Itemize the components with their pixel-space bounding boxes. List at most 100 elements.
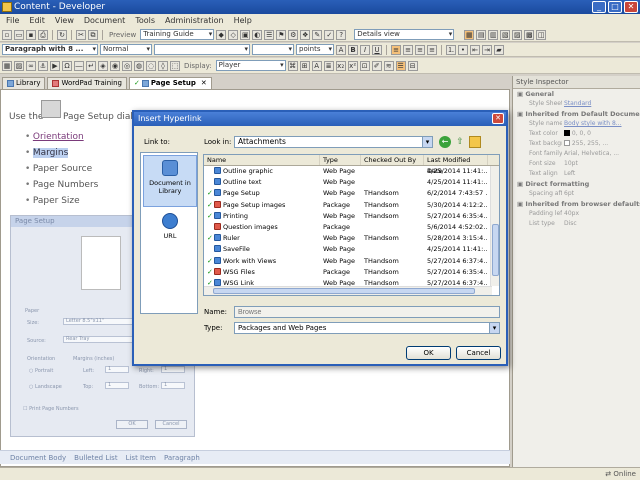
superscript-icon[interactable]: x²: [347, 60, 358, 71]
display-select[interactable]: Player: [215, 60, 286, 71]
close-tab-icon[interactable]: ✕: [201, 78, 207, 89]
symbol-icon[interactable]: Ω: [62, 60, 72, 71]
menu-document[interactable]: Document: [84, 14, 125, 28]
close-window-button[interactable]: ✕: [624, 1, 638, 13]
units-select[interactable]: points: [296, 44, 334, 55]
type-select[interactable]: Packages and Web Pages ▾: [234, 322, 500, 334]
guide-select[interactable]: Training Guide: [140, 29, 215, 40]
file-row[interactable]: ✓ Printing Web Page THandsom 5/27/2014 6:35:…: [204, 211, 499, 222]
back-icon[interactable]: ←: [439, 136, 451, 148]
highlight-icon[interactable]: ▰: [494, 44, 504, 55]
tool-icon-j[interactable]: ✓: [324, 29, 335, 40]
tool-t-icon[interactable]: ≣: [323, 60, 334, 71]
tool-w-icon[interactable]: ≋: [383, 60, 394, 71]
hr-icon[interactable]: ―: [74, 60, 84, 71]
style-path-item[interactable]: Document Body: [10, 451, 66, 464]
tool-icon-a[interactable]: ◆: [216, 29, 227, 40]
horizontal-scrollbar[interactable]: [204, 286, 492, 295]
tab-wordpad-training[interactable]: WordPad Training: [47, 77, 127, 89]
file-row[interactable]: SaveFile Web Page 4/25/2014 11:41:...: [204, 244, 499, 255]
cut-icon[interactable]: ✂: [76, 29, 86, 40]
style-path-item[interactable]: List Item: [126, 451, 156, 464]
align-center-icon[interactable]: ≡: [403, 44, 413, 55]
tool-r-icon[interactable]: ⌘: [287, 60, 298, 71]
tab-page-setup[interactable]: ✓ Page Setup ✕: [128, 77, 212, 89]
link-to-document-in-library[interactable]: Document in Library: [143, 155, 197, 207]
tool-icon-f[interactable]: ⚑: [276, 29, 287, 40]
image-icon[interactable]: ▨: [14, 60, 24, 71]
tool-s-icon[interactable]: ⊞: [299, 60, 310, 71]
refresh-icon[interactable]: ↻: [57, 29, 67, 40]
paragraph-style-select[interactable]: Paragraph with 8 ...: [2, 44, 98, 55]
tool-y-icon[interactable]: ⊟: [407, 60, 418, 71]
layout-icon-g[interactable]: ◫: [536, 29, 547, 40]
tool-x-icon[interactable]: ☰: [395, 60, 406, 71]
tool-icon-b[interactable]: ◇: [228, 29, 239, 40]
style-select[interactable]: Normal: [100, 44, 152, 55]
justify-icon[interactable]: ≡: [427, 44, 437, 55]
help-icon[interactable]: ?: [336, 29, 347, 40]
tool-o-icon[interactable]: ◌: [146, 60, 156, 71]
copy-icon[interactable]: ⧉: [88, 29, 98, 40]
section-inherited-document[interactable]: ▣ Inherited from Default Document: [513, 109, 640, 119]
window-titlebar[interactable]: Content - Developer _ □ ✕: [0, 0, 640, 14]
indent-icon[interactable]: ⇥: [482, 44, 492, 55]
subscript-icon[interactable]: x₂: [335, 60, 346, 71]
section-direct-formatting[interactable]: ▣ Direct formatting: [513, 179, 640, 189]
font-select[interactable]: [154, 44, 250, 55]
style-path-item[interactable]: Bulleted List: [74, 451, 117, 464]
tool-n-icon[interactable]: ◍: [134, 60, 144, 71]
tool-icon-g[interactable]: ⚙: [288, 29, 299, 40]
file-row[interactable]: Question images Package 5/6/2014 4:52:02..…: [204, 222, 499, 233]
file-row[interactable]: ✓ Ruler Web Page THandsom 5/28/2014 3:15:4..…: [204, 233, 499, 244]
break-icon[interactable]: ↵: [86, 60, 96, 71]
print-icon[interactable]: ⎙: [38, 29, 48, 40]
underline-icon[interactable]: U: [372, 44, 382, 55]
tab-library[interactable]: Library: [2, 77, 46, 89]
layout-icon-a[interactable]: ▦: [464, 29, 475, 40]
tool-m-icon[interactable]: ◎: [122, 60, 132, 71]
tool-icon-i[interactable]: ✎: [312, 29, 323, 40]
tool-q-icon[interactable]: ⬚: [170, 60, 180, 71]
layout-icon-c[interactable]: ▥: [488, 29, 499, 40]
tool-icon-c[interactable]: ▣: [240, 29, 251, 40]
layout-icon-f[interactable]: ▩: [524, 29, 535, 40]
maximize-button[interactable]: □: [608, 1, 622, 13]
menu-edit[interactable]: Edit: [29, 14, 45, 28]
tool-icon-h[interactable]: ❖: [300, 29, 311, 40]
new-icon[interactable]: ▫: [2, 29, 12, 40]
tool-v-icon[interactable]: ✐: [371, 60, 382, 71]
style-path-item[interactable]: Paragraph: [164, 451, 200, 464]
column-last-modified[interactable]: Last Modified Date: [424, 155, 488, 175]
column-name[interactable]: Name: [204, 155, 320, 165]
font-size-select[interactable]: [252, 44, 294, 55]
layout-icon-d[interactable]: ▧: [500, 29, 511, 40]
anchor-icon[interactable]: ⚓: [38, 60, 48, 71]
view-select[interactable]: Details view: [354, 29, 455, 40]
section-general[interactable]: ▣ General: [513, 89, 640, 99]
menu-tools[interactable]: Tools: [135, 14, 155, 28]
outdent-icon[interactable]: ⇤: [470, 44, 480, 55]
column-checked-out-by[interactable]: Checked Out By: [361, 155, 424, 165]
menu-file[interactable]: File: [6, 14, 19, 28]
dialog-close-button[interactable]: ✕: [492, 113, 504, 124]
vertical-scrollbar[interactable]: [490, 166, 499, 286]
file-row[interactable]: ✓ Work with Views Web Page THandsom 5/27/201…: [204, 256, 499, 267]
grow-font-icon[interactable]: A: [336, 44, 346, 55]
preview-button[interactable]: Preview: [107, 31, 138, 39]
column-type[interactable]: Type: [320, 155, 361, 165]
file-row[interactable]: ✓ WSG Files Package THandsom 5/27/2014 6:35:…: [204, 267, 499, 278]
new-folder-icon[interactable]: [469, 136, 481, 148]
menu-view[interactable]: View: [55, 14, 74, 28]
align-left-icon[interactable]: ≡: [391, 44, 401, 55]
open-icon[interactable]: ▭: [14, 29, 24, 40]
minimize-button[interactable]: _: [592, 1, 606, 13]
name-field[interactable]: [234, 306, 500, 318]
media-icon[interactable]: ▶: [50, 60, 60, 71]
save-icon[interactable]: ▪: [26, 29, 36, 40]
file-row[interactable]: ✓ Page Setup images Package THandsom 5/30/20…: [204, 200, 499, 211]
tool-k-icon[interactable]: ◈: [98, 60, 108, 71]
align-right-icon[interactable]: ≡: [415, 44, 425, 55]
layout-icon-e[interactable]: ▨: [512, 29, 523, 40]
layout-icon-b[interactable]: ▤: [476, 29, 487, 40]
